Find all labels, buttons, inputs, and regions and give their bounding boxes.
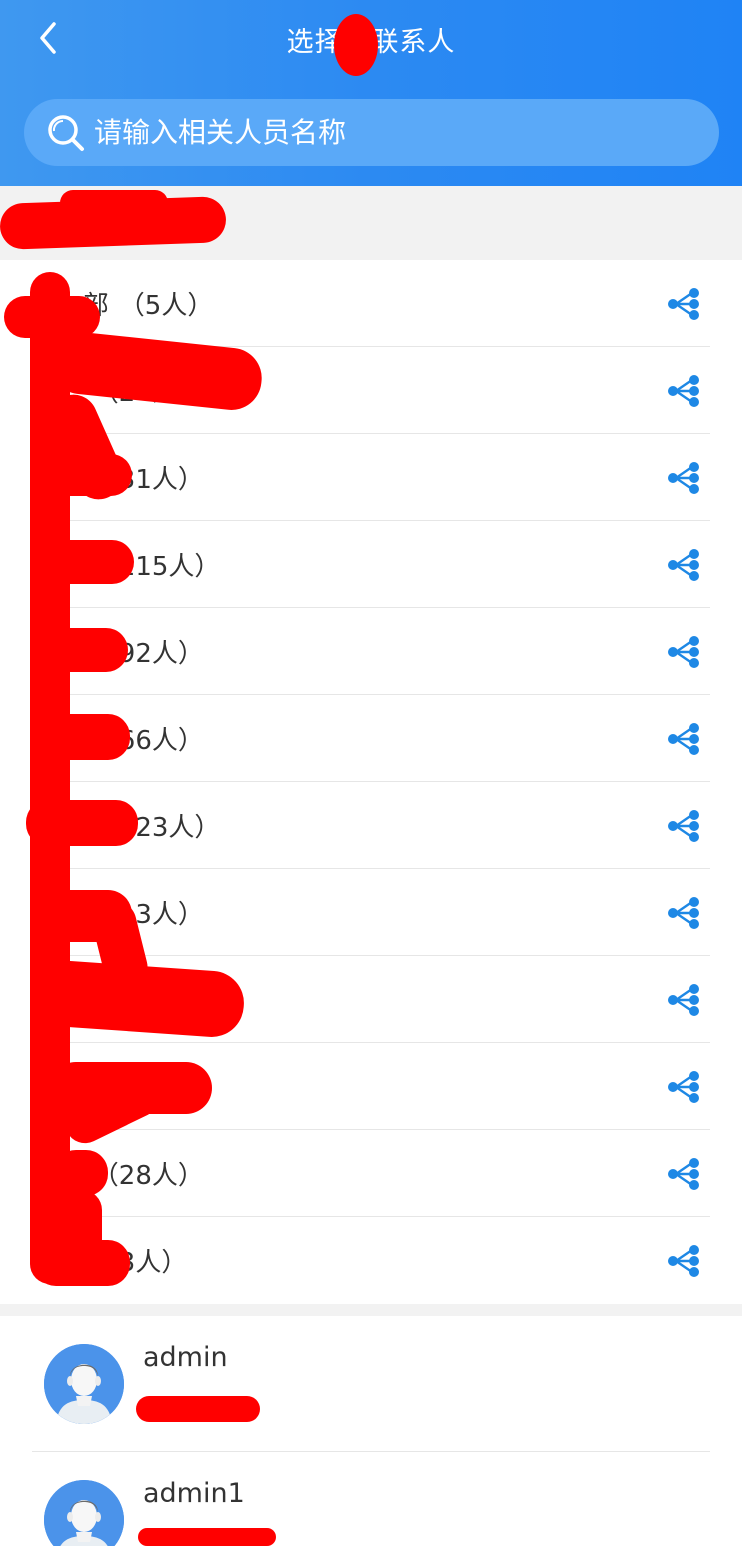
department-member-count: （3人） [92, 1248, 188, 1278]
org-tree-icon[interactable] [666, 1156, 702, 1192]
user-row[interactable]: admin1 [0, 1452, 742, 1546]
department-row[interactable]: ... （18人） [0, 1043, 742, 1130]
user-list: admin admin1 [0, 1316, 742, 1546]
org-tree-icon[interactable] [666, 373, 702, 409]
department-row[interactable]: ... （123人） [0, 782, 742, 869]
org-tree-icon[interactable] [666, 808, 702, 844]
department-name: ... [58, 462, 83, 493]
user-row[interactable]: admin [0, 1316, 742, 1452]
department-member-count: （31人） [92, 465, 204, 495]
department-member-count: （13人） [92, 900, 204, 930]
search-bar[interactable] [24, 99, 719, 166]
department-member-count: （18人） [92, 1074, 204, 1104]
department-name: ... [58, 375, 83, 406]
org-tree-icon[interactable] [666, 547, 702, 583]
department-row[interactable]: ... （92人） [0, 608, 742, 695]
department-member-count: （45人） [92, 987, 204, 1017]
department-row[interactable]: ... （13人） [0, 869, 742, 956]
org-tree-icon[interactable] [666, 634, 702, 670]
department-name: ... [58, 1071, 83, 1102]
department-member-count: （123人） [92, 813, 221, 843]
department-member-count: （115人） [92, 552, 221, 582]
user-name: admin [143, 1342, 228, 1373]
user-name: admin1 [143, 1478, 245, 1509]
section-header [0, 186, 742, 260]
department-name: ...部 [58, 291, 109, 321]
org-tree-icon[interactable] [666, 982, 702, 1018]
org-tree-icon[interactable] [666, 895, 702, 931]
department-name: ... [58, 1245, 83, 1276]
department-name: ... [58, 549, 83, 580]
org-tree-icon[interactable] [666, 286, 702, 322]
department-row[interactable]: ... （66人） [0, 695, 742, 782]
department-name: ... [58, 636, 83, 667]
department-row[interactable]: ... （28人） [0, 1130, 742, 1217]
search-input[interactable] [94, 116, 654, 149]
department-name: ... [58, 723, 83, 754]
org-tree-icon[interactable] [666, 460, 702, 496]
department-name: ... [58, 897, 83, 928]
department-member-count: （66人） [92, 726, 204, 756]
department-list: ...部 （5人）... （24人）... （31人）... （115人）... （92人… [0, 260, 742, 1304]
department-member-count: （5人） [118, 291, 214, 321]
department-name: ... [58, 984, 83, 1015]
department-name: ... [58, 810, 83, 841]
org-tree-icon[interactable] [666, 1243, 702, 1279]
avatar [44, 1480, 124, 1546]
page-title: 选择...联系人 [286, 27, 456, 58]
department-row[interactable]: ... （31人） [0, 434, 742, 521]
department-name: ... [58, 1158, 83, 1189]
section-divider [0, 1304, 742, 1316]
department-row[interactable]: ... （24人） [0, 347, 742, 434]
department-row[interactable]: ... （45人） [0, 956, 742, 1043]
department-row[interactable]: ...部 （5人） [0, 260, 742, 347]
department-member-count: （28人） [92, 1161, 204, 1191]
org-tree-icon[interactable] [666, 721, 702, 757]
department-row[interactable]: ... （3人） [0, 1217, 742, 1304]
header-bar: 选择...联系人 [0, 0, 742, 186]
search-icon [48, 114, 84, 151]
department-member-count: （92人） [92, 639, 204, 669]
department-member-count: （24人） [92, 378, 204, 408]
department-row[interactable]: ... （115人） [0, 521, 742, 608]
avatar [44, 1344, 124, 1424]
org-tree-icon[interactable] [666, 1069, 702, 1105]
